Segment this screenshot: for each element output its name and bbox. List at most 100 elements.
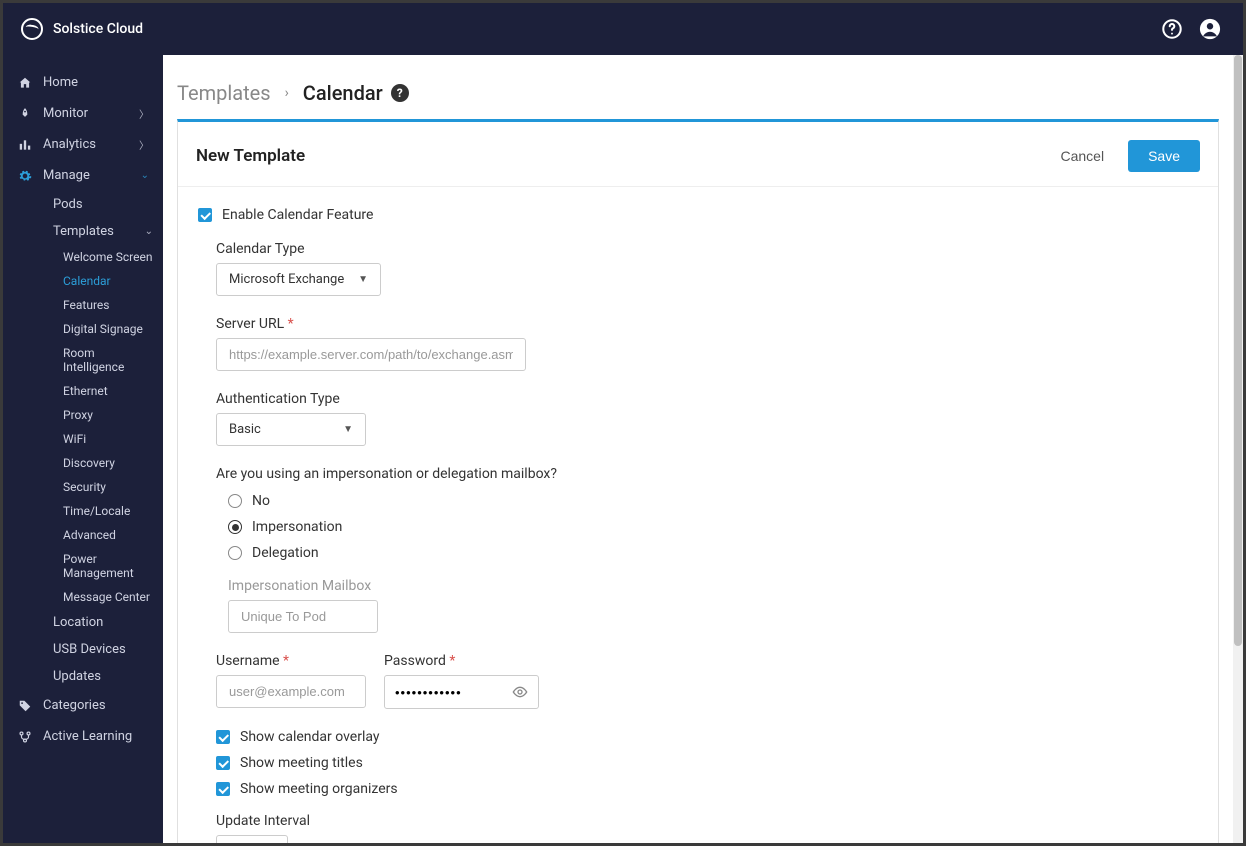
help-icon[interactable] [1157, 14, 1187, 44]
scrollbar-thumb[interactable] [1234, 55, 1242, 646]
save-button[interactable]: Save [1128, 140, 1200, 172]
sidebar-template-power-management[interactable]: Power Management [55, 547, 163, 585]
cancel-button[interactable]: Cancel [1046, 140, 1118, 172]
calendar-type-label: Calendar Type [216, 241, 1188, 257]
sidebar-label: Categories [43, 698, 149, 713]
sidebar-template-discovery[interactable]: Discovery [55, 451, 163, 475]
sidebar-label: USB Devices [53, 642, 126, 657]
mailbox-radio-no-label: No [252, 493, 270, 509]
chevron-right-icon: 〉 [139, 137, 149, 152]
sidebar-template-welcome-screen[interactable]: Welcome Screen [55, 245, 163, 269]
enable-calendar-label: Enable Calendar Feature [222, 207, 373, 223]
show-password-icon[interactable] [512, 684, 528, 700]
sidebar-template-calendar[interactable]: Calendar [55, 269, 163, 293]
sidebar-item-home[interactable]: Home [3, 67, 163, 98]
sidebar-label: Home [43, 75, 149, 90]
topbar: Solstice Cloud [3, 3, 1243, 55]
sidebar-template-ethernet[interactable]: Ethernet [55, 379, 163, 403]
calendar-type-select[interactable]: Microsoft Exchange ▼ [216, 263, 381, 296]
show-overlay-label: Show calendar overlay [240, 729, 380, 745]
sidebar-item-manage[interactable]: Manage ⌄ [3, 160, 163, 191]
impersonation-mailbox-field[interactable] [241, 609, 365, 624]
sidebar-label: Active Learning [43, 729, 149, 744]
sidebar-label: Manage [43, 168, 131, 183]
mailbox-radio-imp-label: Impersonation [252, 519, 342, 535]
sidebar-item-categories[interactable]: Categories [3, 690, 163, 721]
show-titles-checkbox[interactable] [216, 756, 230, 770]
sidebar-template-wifi[interactable]: WiFi [55, 427, 163, 451]
password-field[interactable] [395, 685, 512, 700]
user-account-icon[interactable] [1195, 14, 1225, 44]
sidebar-template-message-center[interactable]: Message Center [55, 585, 163, 609]
sidebar-label: Updates [53, 669, 101, 684]
scrollbar[interactable] [1233, 55, 1243, 843]
server-url-field[interactable] [229, 347, 513, 362]
chevron-right-icon: 〉 [139, 106, 149, 121]
auth-type-select[interactable]: Basic ▼ [216, 413, 366, 446]
sidebar-item-monitor[interactable]: Monitor 〉 [3, 98, 163, 129]
sidebar-item-analytics[interactable]: Analytics 〉 [3, 129, 163, 160]
enable-calendar-checkbox[interactable] [198, 208, 212, 222]
sidebar-item-pods[interactable]: Pods [43, 191, 163, 218]
caret-down-icon: ▼ [343, 424, 353, 435]
help-icon[interactable]: ? [391, 84, 409, 102]
show-titles-label: Show meeting titles [240, 755, 363, 771]
sidebar-template-time-locale[interactable]: Time/Locale [55, 499, 163, 523]
brand: Solstice Cloud [21, 18, 143, 40]
mailbox-radio-impersonation[interactable] [228, 520, 242, 534]
breadcrumb-current: Calendar ? [303, 81, 409, 105]
show-organizers-label: Show meeting organizers [240, 781, 398, 797]
brand-logo-icon [21, 18, 43, 40]
form: Enable Calendar Feature Calendar Type Mi… [178, 187, 1218, 843]
sidebar-label: Pods [53, 197, 83, 212]
rocket-icon [17, 107, 33, 121]
mailbox-radio-no[interactable] [228, 494, 242, 508]
impersonation-mailbox-input[interactable] [228, 600, 378, 633]
username-input[interactable] [216, 675, 366, 708]
server-url-input[interactable] [216, 338, 526, 371]
sidebar-item-usb[interactable]: USB Devices [43, 636, 163, 663]
sidebar-template-proxy[interactable]: Proxy [55, 403, 163, 427]
server-url-label: Server URL * [216, 316, 1188, 332]
username-field[interactable] [229, 684, 353, 699]
chevron-down-icon: ⌄ [145, 226, 153, 237]
template-card: New Template Cancel Save Enable Calendar… [177, 119, 1219, 843]
password-label: Password * [384, 653, 539, 669]
update-interval-label: Update Interval [216, 813, 1188, 829]
show-overlay-checkbox[interactable] [216, 730, 230, 744]
card-header: New Template Cancel Save [178, 122, 1218, 187]
chevron-right-icon: › [285, 85, 289, 101]
breadcrumb: Templates › Calendar ? [163, 55, 1243, 119]
breadcrumb-current-label: Calendar [303, 81, 383, 105]
tag-icon [17, 699, 33, 713]
sidebar-template-room-intelligence[interactable]: Room Intelligence [55, 341, 163, 379]
gear-icon [17, 169, 33, 183]
sidebar-template-digital-signage[interactable]: Digital Signage [55, 317, 163, 341]
sidebar: Home Monitor 〉 Analytics 〉 Manage ⌄ Pods… [3, 55, 163, 843]
caret-down-icon: ▼ [358, 274, 368, 285]
sidebar-label: Location [53, 615, 103, 630]
mailbox-radio-del-label: Delegation [252, 545, 319, 561]
show-organizers-checkbox[interactable] [216, 782, 230, 796]
sidebar-template-features[interactable]: Features [55, 293, 163, 317]
mailbox-radio-delegation[interactable] [228, 546, 242, 560]
sidebar-item-active-learning[interactable]: Active Learning [3, 721, 163, 752]
sidebar-item-location[interactable]: Location [43, 609, 163, 636]
sidebar-item-updates[interactable]: Updates [43, 663, 163, 690]
update-interval-select[interactable]: 2m ▼ [216, 835, 288, 843]
mailbox-question-label: Are you using an impersonation or delega… [216, 466, 1188, 482]
page-title: New Template [196, 146, 305, 166]
update-interval-value: 2m [227, 842, 246, 843]
sidebar-item-templates[interactable]: Templates ⌄ [43, 218, 163, 245]
chevron-down-icon: ⌄ [141, 170, 149, 181]
sidebar-label: Templates [53, 224, 114, 239]
sidebar-template-advanced[interactable]: Advanced [55, 523, 163, 547]
impersonation-mailbox-label: Impersonation Mailbox [228, 578, 1188, 594]
branch-icon [17, 730, 33, 744]
username-label: Username * [216, 653, 366, 669]
password-input[interactable] [384, 675, 539, 709]
sidebar-label: Monitor [43, 106, 129, 121]
breadcrumb-templates[interactable]: Templates [177, 81, 271, 105]
sidebar-label: Analytics [43, 137, 129, 152]
sidebar-template-security[interactable]: Security [55, 475, 163, 499]
